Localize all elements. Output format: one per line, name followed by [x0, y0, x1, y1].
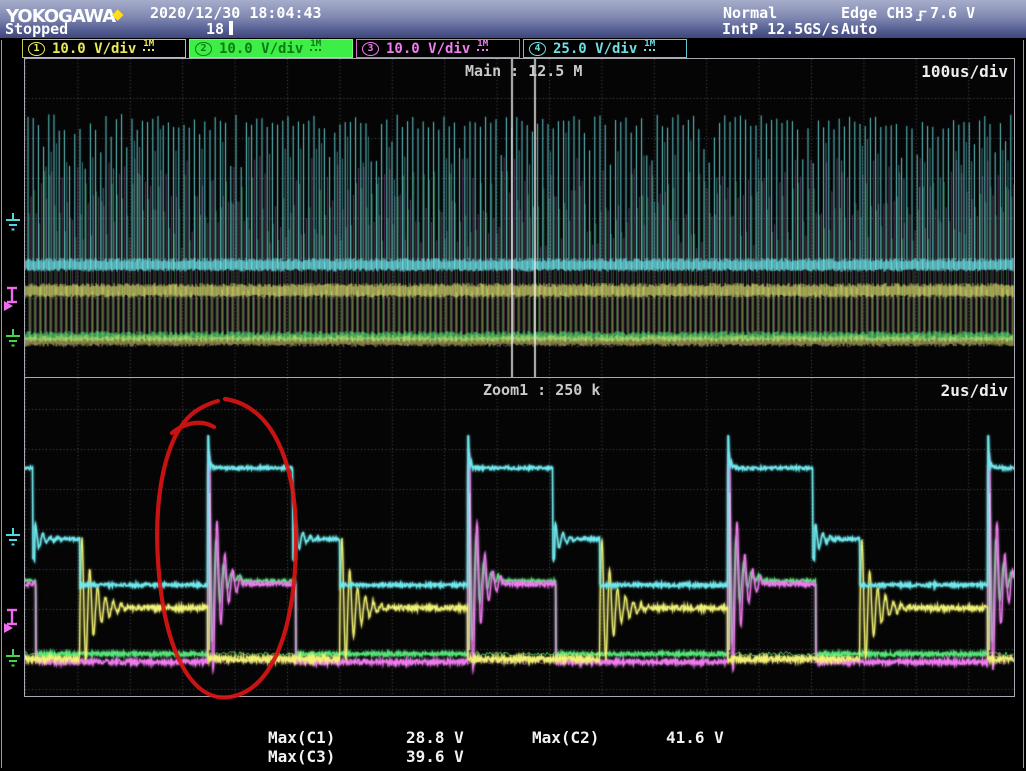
channel-3-impedance: 1M [477, 40, 488, 51]
main-waveform-window: Main : 12.5 M 100us/div [24, 58, 1015, 378]
main-timebase: 100us/div [921, 62, 1008, 81]
meas-2-label: Max(C2) [532, 728, 599, 747]
meas-1-value: 28.8 V [406, 728, 464, 747]
text-cursor [229, 21, 233, 35]
channel-1-number: 1 [28, 42, 45, 56]
rising-edge-icon [915, 7, 928, 26]
meas-1-label: Max(C1) [268, 728, 335, 747]
main-waveform-canvas [25, 59, 1014, 377]
main-record-label: Main : 12.5 M [465, 62, 582, 80]
channel-3-box[interactable]: 3 10.0 V/div 1M [356, 39, 520, 58]
ch3-trigger-marker-main [2, 286, 24, 312]
channel-1-impedance: 1M [143, 40, 154, 51]
ch3-trigger-marker-zoom [2, 608, 24, 634]
zoom-record-label: Zoom1 : 250 k [483, 381, 600, 399]
meas-2-value: 41.6 V [666, 728, 724, 747]
trigger-level: 7.6 V [930, 4, 975, 22]
zoom-timebase: 2us/div [941, 381, 1008, 400]
acquisition-count: 18 [206, 20, 224, 38]
datetime: 2020/12/30 18:04:43 [150, 4, 322, 22]
channel-4-box[interactable]: 4 25.0 V/div 1M [523, 39, 687, 58]
meas-3-label: Max(C3) [268, 747, 335, 766]
screen-right-edge [1023, 40, 1024, 768]
oscilloscope-screen: YOKOGAWA ◆ 2020/12/30 18:04:43 Normal Ed… [0, 0, 1026, 771]
ch4-ground-marker-main [2, 212, 24, 232]
channel-1-scale: 10.0 V/div [52, 41, 136, 57]
channel-4-scale: 25.0 V/div [553, 41, 637, 57]
header-bar: YOKOGAWA ◆ 2020/12/30 18:04:43 Normal Ed… [0, 0, 1026, 38]
ch2-ground-marker-zoom [2, 648, 24, 668]
yokogawa-diamond-icon: ◆ [112, 6, 123, 22]
acquisition-status: Stopped [5, 20, 68, 38]
channel-2-number: 2 [195, 42, 212, 56]
ch4-ground-marker-zoom [2, 527, 24, 547]
channel-2-impedance: 1M [310, 40, 321, 51]
meas-3-value: 39.6 V [406, 747, 464, 766]
channel-2-box[interactable]: 2 10.0 V/div 1M [189, 39, 353, 58]
zoom-waveform-canvas [25, 378, 1014, 696]
channel-4-number: 4 [529, 42, 546, 56]
ch2-ground-marker-main [2, 328, 24, 348]
channel-3-scale: 10.0 V/div [386, 41, 470, 57]
channel-4-impedance: 1M [644, 40, 655, 51]
channel-2-scale: 10.0 V/div [219, 41, 303, 57]
trigger-sweep-mode: Auto [841, 20, 877, 38]
sample-rate: IntP 12.5GS/s [722, 20, 839, 38]
zoom-waveform-window: Zoom1 : 250 k 2us/div [24, 377, 1015, 697]
channel-3-number: 3 [362, 42, 379, 56]
channel-1-box[interactable]: 1 10.0 V/div 1M [22, 39, 186, 58]
